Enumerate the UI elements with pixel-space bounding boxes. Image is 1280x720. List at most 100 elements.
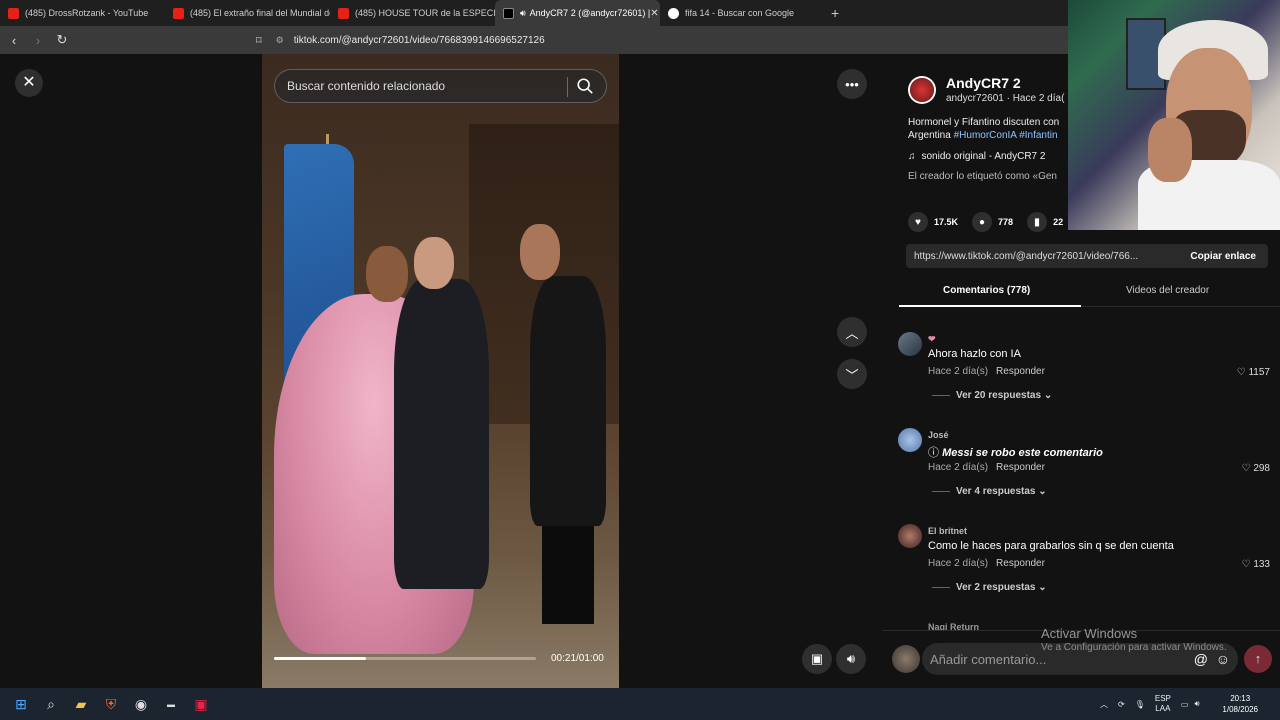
save-button[interactable]: ▮ 22 — [1027, 212, 1063, 232]
next-video-button[interactable]: ﹀ — [837, 359, 867, 389]
view-replies-button[interactable]: Ver 20 respuestas ⌄ — [932, 390, 1052, 401]
comment-time: Hace 2 día(s) — [928, 558, 989, 569]
tab-comments[interactable]: Comentarios (778) — [943, 285, 1030, 296]
clock-date: 1/08/2026 — [1222, 705, 1258, 714]
music-link[interactable]: ♫ sonido original - AndyCR7 2 — [908, 151, 1045, 162]
commenter-avatar[interactable] — [898, 524, 922, 548]
tab-label: fifa 14 - Buscar con Google — [685, 8, 795, 18]
speaker-icon: 🔊︎ — [520, 7, 526, 18]
brave-browser-icon[interactable]: ⛨ — [96, 688, 126, 720]
comment-item: El britnet Como le haces para grabarlos … — [898, 524, 1270, 614]
comment-like-count: 298 — [1253, 463, 1270, 474]
reply-button[interactable]: Responder — [996, 462, 1045, 473]
browser-tab[interactable]: (485) DrossRotzank - YouTube — [0, 0, 165, 26]
taskbar-clock[interactable]: 20:13 1/08/2026 — [1222, 693, 1258, 715]
microphone-icon[interactable]: 🎙︎ — [1135, 700, 1145, 709]
sync-icon[interactable]: ⟳ — [1118, 700, 1125, 709]
copy-link-button[interactable]: Copiar enlace — [1190, 251, 1256, 262]
comment-button[interactable]: ● 778 — [972, 212, 1013, 232]
forward-icon[interactable]: › — [28, 33, 48, 48]
search-icon[interactable]: ⌕ — [36, 688, 66, 720]
tab-label: (485) DrossRotzank - YouTube — [25, 8, 149, 18]
mention-icon[interactable]: @ — [1194, 651, 1208, 667]
replies-line — [932, 490, 950, 492]
chevron-up-icon[interactable]: ︿ — [1100, 699, 1108, 710]
back-icon[interactable]: ‹ — [4, 33, 24, 48]
video-frame-legs — [542, 514, 594, 624]
video-progress-bar[interactable] — [274, 657, 536, 660]
emoji-icon[interactable]: ☺ — [1216, 651, 1230, 667]
chevron-down-icon: ﹀ — [845, 367, 859, 383]
comment-like-button[interactable]: ♡ 133 — [1242, 559, 1270, 570]
more-options-button[interactable]: ••• — [837, 69, 867, 99]
creator-name[interactable]: AndyCR7 2 — [946, 75, 1021, 91]
reload-icon[interactable]: ↻ — [52, 32, 72, 48]
reply-button[interactable]: Responder — [996, 366, 1045, 377]
commenter-avatar[interactable] — [898, 428, 922, 452]
engagement-stats: ♥ 17.5K ● 778 ▮ 22 — [908, 212, 1077, 232]
more-icon: ••• — [845, 76, 859, 92]
browser-tab-active[interactable]: 🔊︎ AndyCR7 2 (@andycr72601) | ✕ — [495, 0, 660, 26]
comment-like-button[interactable]: ♡ 1157 — [1237, 367, 1270, 378]
floating-player-button[interactable]: ▣ — [802, 644, 832, 674]
music-label: sonido original - AndyCR7 2 — [921, 151, 1046, 162]
view-replies-button[interactable]: Ver 4 respuestas ⌄ — [932, 486, 1047, 497]
network-icon[interactable]: ▭ — [1181, 700, 1189, 709]
chevron-up-icon: ︿ — [845, 325, 859, 341]
creator-tag-note: El creador lo etiquetó como «Gen — [908, 171, 1057, 182]
commenter-name[interactable]: El britnet — [928, 526, 967, 536]
browser-tab[interactable]: (485) El extraño final del Mundial de — [165, 0, 330, 26]
search-placeholder: Buscar contenido relacionado — [287, 79, 446, 93]
view-replies-label: Ver 2 respuestas — [956, 582, 1036, 593]
browser-tab[interactable]: (485) HOUSE TOUR de la ESPECIAL H — [330, 0, 495, 26]
close-tab-icon[interactable]: ✕ — [650, 8, 658, 19]
bookmark-icon[interactable]: ⌑ — [256, 34, 262, 47]
volume-button[interactable]: 🔊︎ — [836, 644, 866, 674]
volume-icon: 🔊︎ — [846, 651, 856, 666]
view-replies-button[interactable]: Ver 2 respuestas ⌄ — [932, 582, 1047, 593]
url-field[interactable]: ⌑ ⚙ tiktok.com/@andycr72601/video/766839… — [256, 30, 996, 50]
app-icon[interactable]: ▬ — [156, 688, 186, 720]
previous-video-button[interactable]: ︿ — [837, 317, 867, 347]
comment-like-count: 133 — [1253, 559, 1270, 570]
comment-meta: Hace 2 día(s) Responder — [928, 366, 1045, 377]
reply-button[interactable]: Responder — [996, 558, 1045, 569]
obs-icon[interactable]: ◉ — [126, 688, 156, 720]
comment-like-count: 1157 — [1248, 367, 1270, 378]
keyboard-layout: LAA — [1155, 704, 1171, 713]
new-tab-button[interactable]: + — [831, 5, 839, 21]
app-icon[interactable]: ▣ — [186, 688, 216, 720]
music-note-icon: ♫ — [908, 151, 916, 162]
commenter-name[interactable]: José — [928, 430, 949, 440]
chevron-down-icon: ⌄ — [1043, 390, 1053, 401]
google-icon — [668, 7, 679, 19]
webcam-hand — [1148, 118, 1192, 182]
like-button[interactable]: ♥ 17.5K — [908, 212, 958, 232]
creator-avatar[interactable] — [908, 76, 936, 104]
browser-tab[interactable]: fifa 14 - Buscar con Google — [660, 0, 825, 26]
commenter-name[interactable]: ❤ — [928, 334, 936, 345]
post-comment-button[interactable]: ↑ — [1244, 645, 1272, 673]
close-video-button[interactable]: ✕ — [15, 69, 43, 97]
windows-start-icon[interactable]: ⊞ — [6, 688, 36, 720]
language-code: ESP — [1154, 694, 1171, 703]
comment-time: Hace 2 día(s) — [928, 366, 989, 377]
commenter-avatar[interactable] — [898, 332, 922, 356]
active-tab-indicator — [899, 305, 1081, 307]
floating-player-icon: ▣ — [810, 651, 824, 666]
comment-like-button[interactable]: ♡ 298 — [1242, 463, 1270, 474]
site-info-icon[interactable]: ⚙ — [276, 35, 284, 46]
video-player[interactable] — [262, 54, 619, 688]
creator-handle: andycr72601 · Hace 2 día( — [946, 93, 1065, 104]
volume-icon[interactable]: 🔊︎ — [1194, 699, 1199, 709]
related-search-input[interactable]: Buscar contenido relacionado — [274, 69, 607, 103]
hashtag-link[interactable]: #Infantin — [1019, 130, 1057, 141]
language-indicator[interactable]: ESP LAA — [1155, 694, 1171, 714]
search-icon[interactable] — [576, 77, 594, 95]
comment-text: Como le haces para grabarlos sin q se de… — [928, 540, 1174, 552]
tab-label: AndyCR7 2 (@andycr72601) | — [529, 8, 651, 18]
hashtag-link[interactable]: #HumorConIA — [954, 130, 1017, 141]
tab-creator-videos[interactable]: Videos del creador — [1126, 285, 1209, 296]
description-country: Argentina — [908, 130, 951, 141]
file-explorer-icon[interactable]: ▰ — [66, 688, 96, 720]
